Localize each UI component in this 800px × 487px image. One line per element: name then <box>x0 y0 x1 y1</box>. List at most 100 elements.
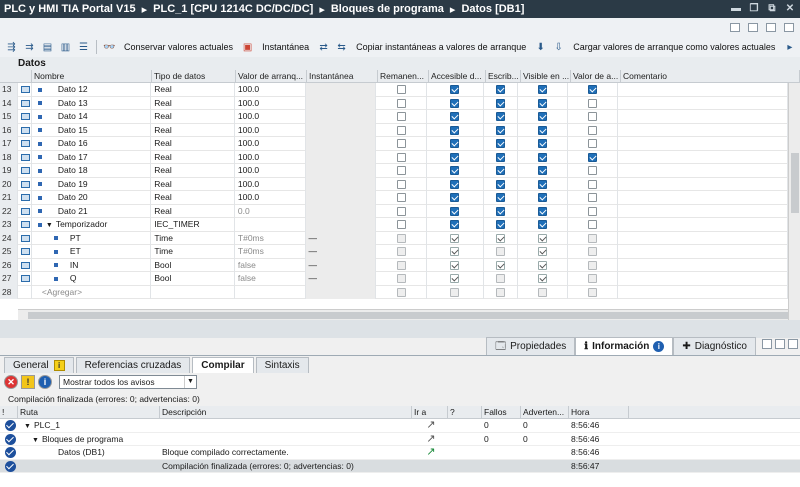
start-value-cell[interactable]: false <box>235 272 306 286</box>
visible-checkbox[interactable] <box>538 152 548 162</box>
panel-minimize-icon[interactable] <box>762 339 772 349</box>
col-warnings[interactable]: Adverten... <box>521 406 569 419</box>
visible-checkbox[interactable] <box>538 166 548 176</box>
comment-cell[interactable] <box>618 245 788 259</box>
accessible-checkbox[interactable] <box>450 179 460 189</box>
start-value-cell[interactable]: 100.0 <box>235 150 306 164</box>
type-cell[interactable]: Real <box>151 204 235 218</box>
tab-properties[interactable]: 🗔 Propiedades <box>486 337 576 355</box>
visible-checkbox[interactable] <box>538 193 548 203</box>
comment-cell[interactable] <box>618 123 788 137</box>
col-severity[interactable]: ! <box>0 406 18 419</box>
comment-cell[interactable] <box>618 137 788 151</box>
type-cell[interactable]: Real <box>151 83 235 97</box>
restore-icon[interactable]: ❐ <box>748 2 760 14</box>
start-value-cell[interactable]: 100.0 <box>235 96 306 110</box>
float-icon[interactable]: ⧉ <box>766 2 778 14</box>
load-start-alt-icon[interactable]: ⇩ <box>551 40 566 54</box>
writable-checkbox[interactable] <box>495 139 505 149</box>
type-cell[interactable]: Real <box>151 164 235 178</box>
snapshot-button[interactable]: Instantánea <box>258 42 313 52</box>
setpoint-checkbox[interactable] <box>588 85 597 95</box>
col-visible[interactable]: Visible en ... <box>521 70 571 83</box>
retain-checkbox[interactable] <box>396 220 406 230</box>
start-value-cell[interactable]: 100.0 <box>235 110 306 124</box>
compile-row[interactable]: ▼ Bloques de programa ↗ 0 0 8:56:46 <box>0 433 800 447</box>
tab-diagnostics[interactable]: ✚ Diagnóstico <box>673 337 756 355</box>
name-cell[interactable]: Dato 14 <box>32 110 152 124</box>
col-help[interactable]: ? <box>448 406 482 419</box>
type-cell[interactable]: Real <box>151 137 235 151</box>
setpoint-checkbox[interactable] <box>588 125 597 135</box>
name-cell[interactable]: Dato 13 <box>32 96 152 110</box>
accessible-checkbox[interactable] <box>450 152 460 162</box>
compile-row[interactable]: Datos (DB1) Bloque compilado correctament… <box>0 446 800 460</box>
type-cell[interactable] <box>151 285 235 299</box>
table-row[interactable]: 23 ▼ Temporizador IEC_TIMER <box>0 218 788 232</box>
scroll-thumb[interactable] <box>791 153 799 213</box>
start-value-cell[interactable]: 100.0 <box>235 123 306 137</box>
col-name[interactable]: Nombre <box>32 70 152 83</box>
comment-cell[interactable] <box>618 285 788 299</box>
goto-arrow-icon[interactable]: ↗ <box>426 446 435 459</box>
visible-checkbox[interactable] <box>538 85 548 95</box>
retain-checkbox[interactable] <box>396 98 406 108</box>
add-row-icon[interactable]: ⇉ <box>22 40 37 54</box>
col-comment[interactable]: Comentario <box>621 70 800 83</box>
accessible-checkbox[interactable] <box>450 98 460 108</box>
scroll-thumb[interactable] <box>28 312 788 319</box>
retain-checkbox[interactable] <box>396 152 406 162</box>
type-cell[interactable]: Real <box>151 177 235 191</box>
writable-checkbox[interactable] <box>495 98 505 108</box>
accessible-checkbox[interactable] <box>450 125 460 135</box>
writable-checkbox[interactable] <box>495 179 505 189</box>
collapse-arrow-icon[interactable]: ▼ <box>32 434 39 447</box>
horizontal-scrollbar[interactable] <box>18 309 788 320</box>
breadcrumb-blocks[interactable]: Bloques de programa <box>331 3 444 15</box>
accessible-checkbox[interactable] <box>450 166 460 176</box>
start-value-cell[interactable]: 0.0 <box>235 204 306 218</box>
minimize-editor-icon[interactable] <box>730 22 740 32</box>
comment-cell[interactable] <box>618 258 788 272</box>
start-value-cell[interactable]: 100.0 <box>235 177 306 191</box>
name-cell[interactable]: Dato 21 <box>32 204 152 218</box>
comment-cell[interactable] <box>618 218 788 232</box>
writable-checkbox[interactable] <box>495 112 505 122</box>
table-row[interactable]: 15 Dato 14 Real 100.0 <box>0 110 788 124</box>
close-icon[interactable]: ✕ <box>784 2 796 14</box>
name-cell[interactable]: ET <box>32 245 152 259</box>
comment-cell[interactable] <box>618 164 788 178</box>
panel-close-icon[interactable] <box>788 339 798 349</box>
table-row[interactable]: 21 Dato 20 Real 100.0 <box>0 191 788 205</box>
table-row[interactable]: 27 Q Bool false — <box>0 272 788 286</box>
float-editor-icon[interactable] <box>766 22 776 32</box>
setpoint-checkbox[interactable] <box>588 220 597 230</box>
start-value-cell[interactable]: false <box>235 258 306 272</box>
writable-checkbox[interactable] <box>495 193 505 203</box>
warning-filter-icon[interactable]: ! <box>21 375 35 389</box>
start-value-cell[interactable]: 100.0 <box>235 164 306 178</box>
col-start-value[interactable]: Valor de arranq... <box>236 70 307 83</box>
setpoint-checkbox[interactable] <box>588 152 597 162</box>
writable-checkbox[interactable] <box>495 85 505 95</box>
vertical-scrollbar[interactable] <box>788 83 800 320</box>
table-row[interactable]: 13 Dato 12 Real 100.0 <box>0 83 788 97</box>
comment-cell[interactable] <box>618 96 788 110</box>
comment-cell[interactable] <box>618 272 788 286</box>
expand-all-icon[interactable]: ▤ <box>40 40 55 54</box>
compile-row[interactable]: Compilación finalizada (errores: 0; adve… <box>0 459 800 473</box>
writable-checkbox[interactable] <box>495 206 505 216</box>
comment-cell[interactable] <box>618 231 788 245</box>
writable-checkbox[interactable] <box>495 166 505 176</box>
setpoint-checkbox[interactable] <box>588 206 597 216</box>
col-description[interactable]: Descripción <box>160 406 412 419</box>
breadcrumb-plc[interactable]: PLC_1 [CPU 1214C DC/DC/DC] <box>153 3 313 15</box>
comment-cell[interactable] <box>618 177 788 191</box>
start-value-cell[interactable] <box>235 218 306 232</box>
start-value-cell[interactable]: T#0ms <box>235 231 306 245</box>
start-value-cell[interactable] <box>235 285 306 299</box>
col-retain[interactable]: Remanen... <box>378 70 429 83</box>
name-cell[interactable]: Dato 18 <box>32 164 152 178</box>
visible-checkbox[interactable] <box>538 206 548 216</box>
name-cell[interactable]: Q <box>32 272 152 286</box>
